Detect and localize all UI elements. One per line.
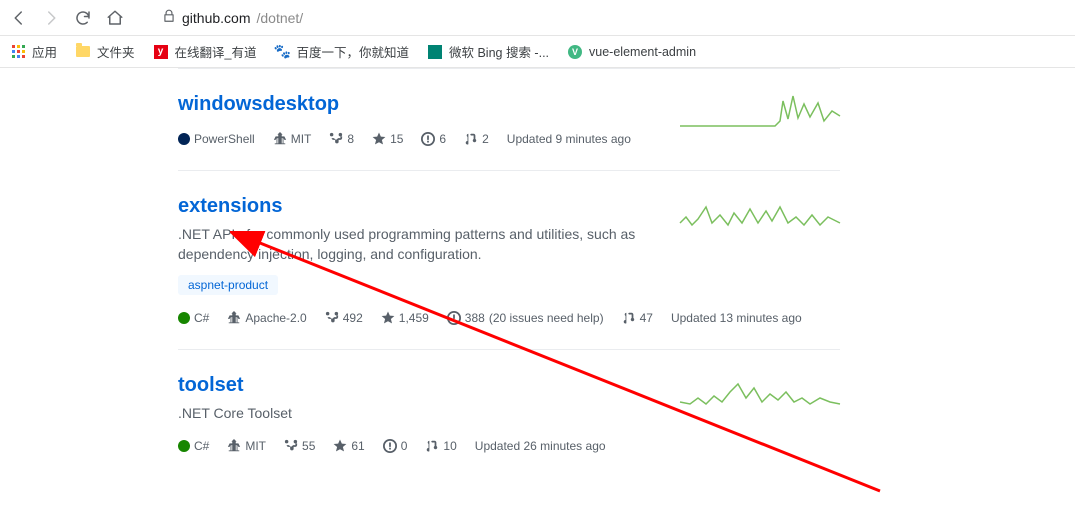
fork-icon [329,132,343,146]
sparkline [680,374,840,414]
bookmark-label: 在线翻译_有道 [175,42,257,61]
repo-topic[interactable]: aspnet-product [178,275,278,295]
browser-toolbar: github.com/dotnet/ [0,0,1075,36]
youdao-icon: y [153,44,169,60]
bookmark-label: 应用 [32,42,57,61]
law-icon [227,311,241,325]
repo-link[interactable]: toolset [178,374,244,397]
repo-language: C# [178,311,209,325]
address-bar[interactable]: github.com/dotnet/ [162,9,303,26]
bookmark-youdao[interactable]: y 在线翻译_有道 [153,42,257,61]
issue-icon [421,132,435,146]
language-dot-icon [178,312,190,324]
law-icon [273,132,287,146]
repo-language: C# [178,439,209,453]
bookmark-apps[interactable]: 应用 [10,42,57,61]
repo-prs[interactable]: 2 [464,132,489,146]
pull-request-icon [425,439,439,453]
url-path: /dotnet/ [256,10,303,26]
bookmark-bing[interactable]: 微软 Bing 搜索 -... [427,42,549,61]
repo-forks[interactable]: 55 [284,439,315,453]
sparkline [680,195,840,235]
repo-list: windowsdesktop PowerShell MIT 8 15 6 2 U… [0,68,1075,517]
forward-button[interactable] [42,9,60,27]
repo-prs[interactable]: 10 [425,439,456,453]
repo-updated: Updated 13 minutes ago [671,311,802,325]
reload-button[interactable] [74,9,92,27]
repo-forks[interactable]: 8 [329,132,354,146]
lock-icon [162,9,176,26]
repo-description: .NET APIs for commonly used programming … [178,224,638,265]
language-dot-icon [178,133,190,145]
star-icon [381,311,395,325]
repo-link[interactable]: extensions [178,195,282,218]
star-icon [372,132,386,146]
apps-icon [10,44,26,60]
repo-meta: PowerShell MIT 8 15 6 2 Updated 9 minute… [178,132,840,146]
repo-stars[interactable]: 15 [372,132,403,146]
repo-forks[interactable]: 492 [325,311,363,325]
repo-description: .NET Core Toolset [178,403,638,423]
law-icon [227,439,241,453]
repo-license[interactable]: MIT [227,439,266,453]
bookmark-folder[interactable]: 文件夹 [75,42,135,61]
repo-stars[interactable]: 1,459 [381,311,429,325]
bookmarks-bar: 应用 文件夹 y 在线翻译_有道 🐾 百度一下，你就知道 微软 Bing 搜索 … [0,36,1075,68]
bookmark-label: 微软 Bing 搜索 -... [449,42,549,61]
bing-icon [427,44,443,60]
repo-link[interactable]: windowsdesktop [178,93,339,116]
issue-icon [447,311,461,325]
repo-issues[interactable]: 6 [421,132,446,146]
bookmark-vue[interactable]: V vue-element-admin [567,44,696,60]
fork-icon [325,311,339,325]
back-button[interactable] [10,9,28,27]
repo-meta: C# MIT 55 61 0 10 Updated 26 minutes ago [178,439,840,453]
pull-request-icon [622,311,636,325]
bookmark-label: 百度一下，你就知道 [296,42,409,61]
repo-updated: Updated 26 minutes ago [475,439,606,453]
issue-icon [383,439,397,453]
repo-updated: Updated 9 minutes ago [507,132,631,146]
repo-stars[interactable]: 61 [333,439,364,453]
repo-item: windowsdesktop PowerShell MIT 8 15 6 2 U… [178,68,840,170]
repo-meta: C# Apache-2.0 492 1,459 388 (20 issues n… [178,311,840,325]
repo-item: toolset .NET Core Toolset C# MIT 55 61 0… [178,349,840,477]
repo-license[interactable]: MIT [273,132,312,146]
bookmark-label: 文件夹 [97,42,135,61]
pull-request-icon [464,132,478,146]
repo-prs[interactable]: 47 [622,311,653,325]
baidu-icon: 🐾 [274,44,290,60]
vue-icon: V [567,44,583,60]
star-icon [333,439,347,453]
url-host: github.com [182,10,250,26]
repo-license[interactable]: Apache-2.0 [227,311,306,325]
repo-item: extensions .NET APIs for commonly used p… [178,170,840,349]
repo-issues[interactable]: 0 [383,439,408,453]
bookmark-baidu[interactable]: 🐾 百度一下，你就知道 [274,42,409,61]
fork-icon [284,439,298,453]
folder-icon [75,44,91,60]
language-dot-icon [178,440,190,452]
bookmark-label: vue-element-admin [589,45,696,59]
repo-issues[interactable]: 388 (20 issues need help) [447,311,604,325]
repo-language: PowerShell [178,132,255,146]
home-button[interactable] [106,9,124,27]
sparkline [680,93,840,133]
